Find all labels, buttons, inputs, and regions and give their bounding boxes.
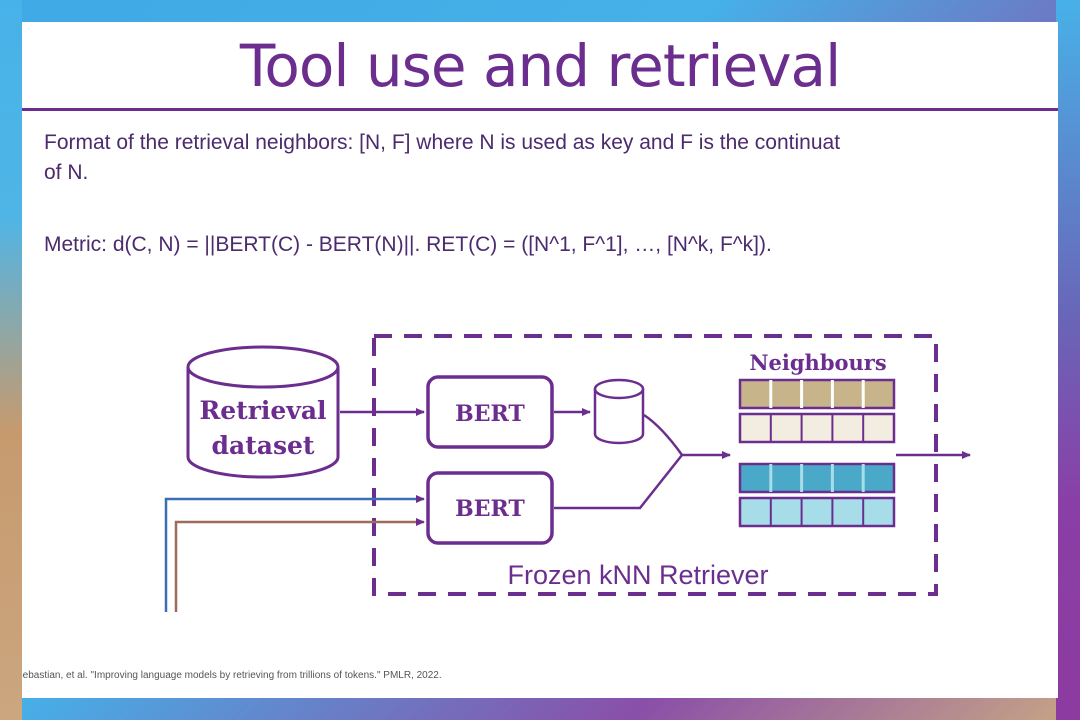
- input-line-brown: [174, 518, 425, 612]
- bert-bottom-label: BERT: [455, 496, 525, 522]
- citation: Sebastian, et al. "Improving language mo…: [22, 670, 442, 681]
- dataset-label-line-1: Retrieval: [199, 396, 326, 425]
- retro-retriever-diagram: Retrieval dataset BERT BERT Neighbours F…: [164, 334, 971, 612]
- background-right-strip: [1056, 0, 1080, 720]
- bert-top-label: BERT: [455, 401, 525, 427]
- embedding-index-icon: [593, 378, 645, 445]
- neighbour-row-2: [738, 412, 896, 444]
- connector-index-to-merge: [643, 413, 684, 456]
- dataset-label-line-2: dataset: [212, 431, 315, 460]
- bert-encoder-top: BERT: [426, 375, 554, 449]
- slide: Tool use and retrieval Format of the ret…: [22, 22, 1058, 698]
- neighbour-grid: [738, 378, 896, 528]
- neighbour-row-3: [738, 462, 896, 494]
- connector-bert-bottom-to-merge: [554, 454, 683, 510]
- neighbour-row-4: [738, 496, 896, 528]
- retrieval-dataset-cylinder: Retrieval dataset: [186, 345, 340, 479]
- retriever-label: Frozen kNN Retriever: [507, 560, 768, 590]
- neighbours-label: Neighbours: [749, 350, 886, 375]
- input-line-blue: [164, 495, 425, 612]
- bert-encoder-bottom: BERT: [426, 471, 554, 545]
- background-left-strip: [0, 0, 22, 720]
- neighbour-row-1: [738, 378, 896, 410]
